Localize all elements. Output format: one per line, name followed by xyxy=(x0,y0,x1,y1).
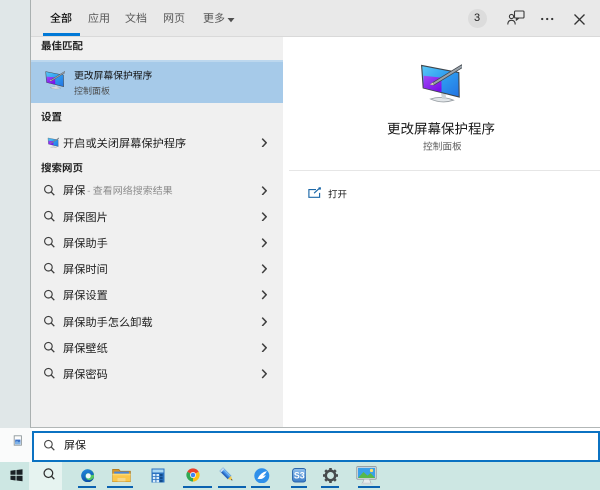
svg-text:S3: S3 xyxy=(293,471,304,481)
